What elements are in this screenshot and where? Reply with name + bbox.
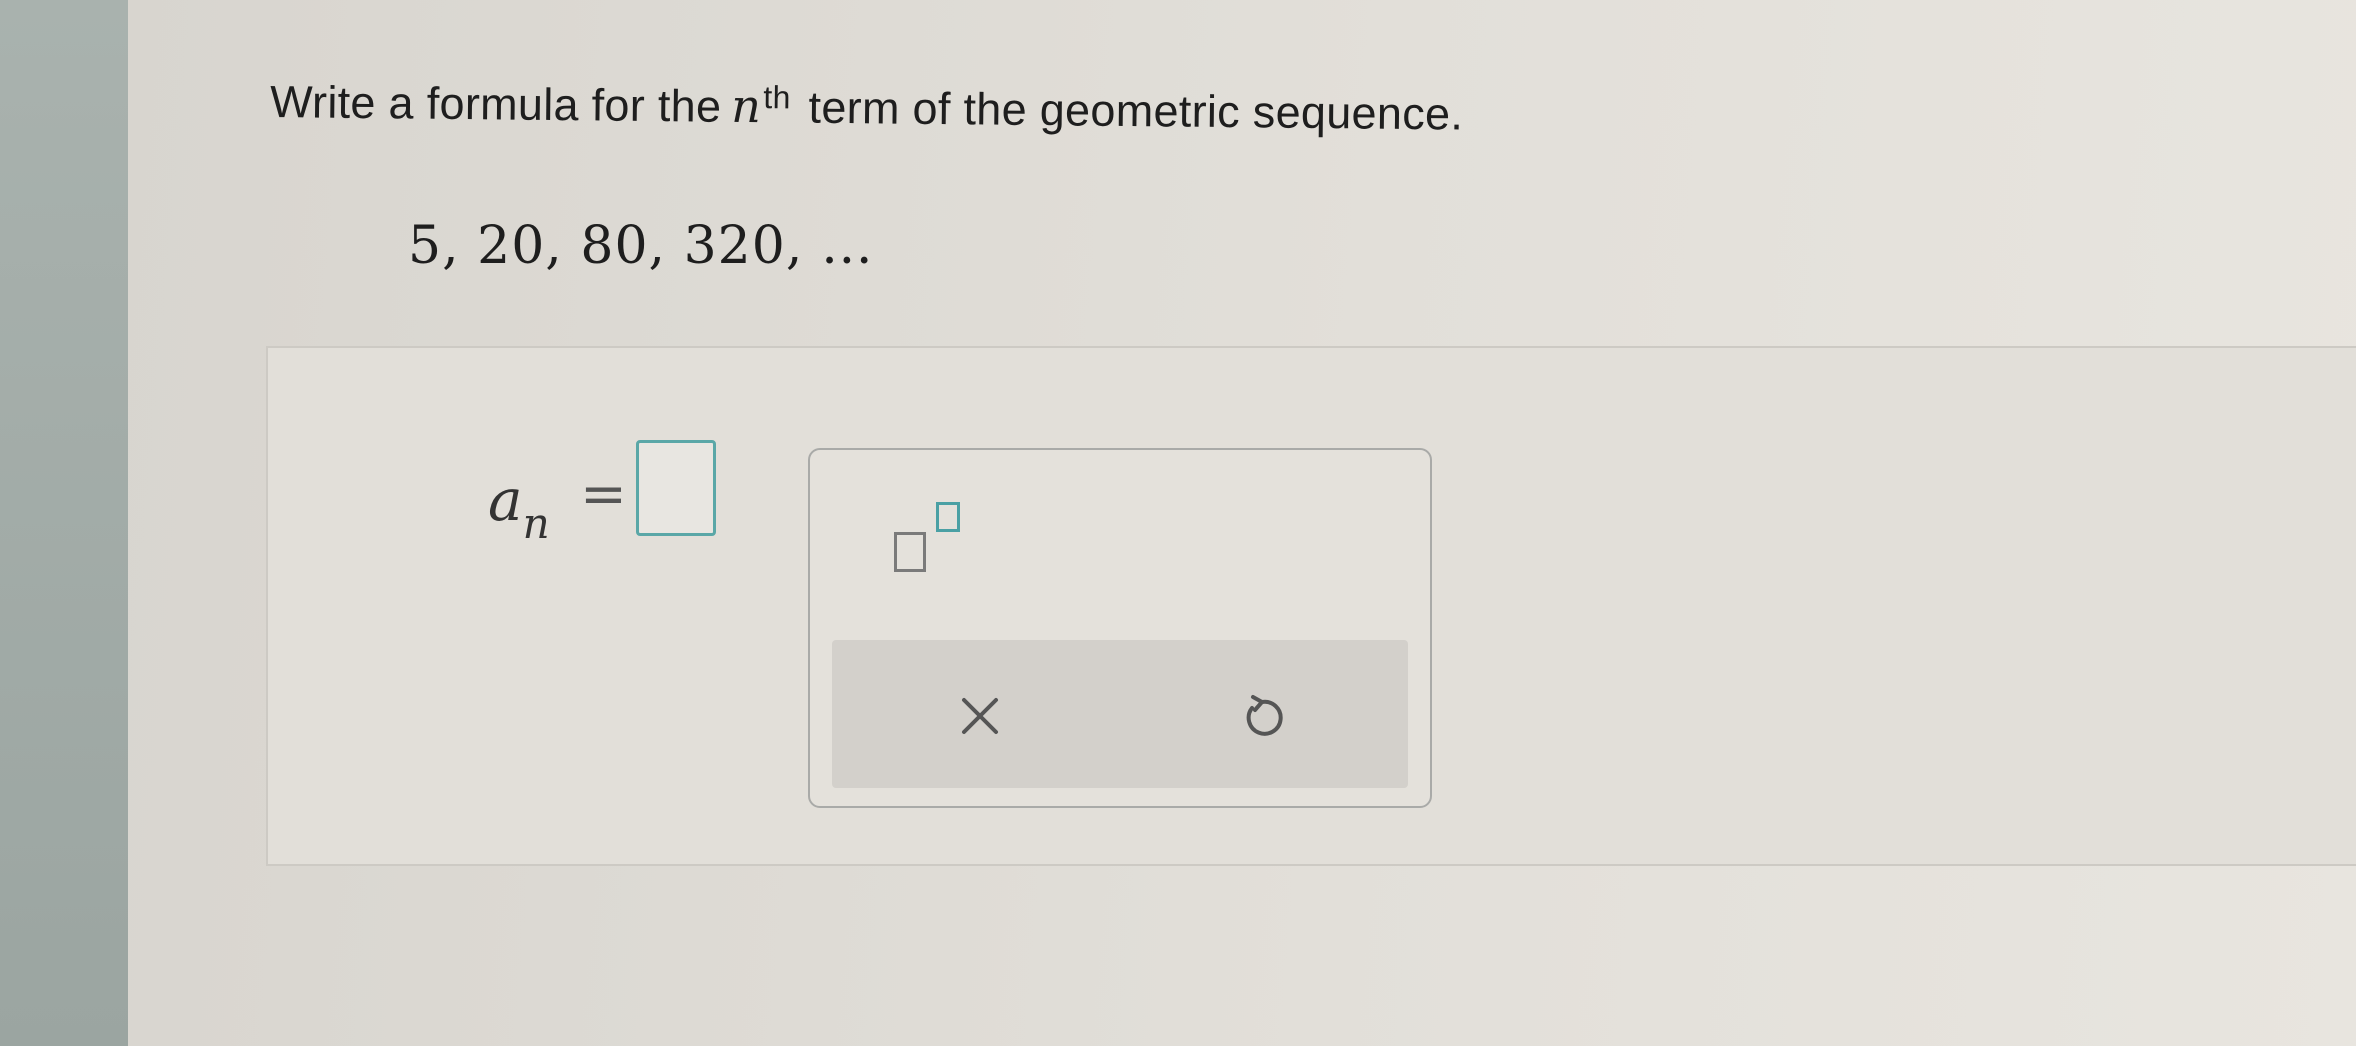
question-prefix: Write a formula for the: [269, 76, 722, 132]
exponent-template-button[interactable]: [884, 502, 984, 592]
palette-action-bar: [832, 640, 1408, 788]
answer-lhs-subscript: n: [522, 499, 550, 548]
left-margin-strip: [0, 0, 128, 1046]
sequence-terms: 5, 20, 80, 320, …: [408, 216, 874, 276]
clear-button[interactable]: [940, 676, 1020, 756]
math-palette: [808, 448, 1432, 808]
undo-icon: [1246, 695, 1283, 736]
close-icon: [962, 698, 998, 734]
answer-input[interactable]: [636, 440, 716, 536]
question-variable: n: [731, 78, 762, 134]
base-placeholder-box: [894, 532, 926, 572]
question-superscript: th: [763, 79, 791, 116]
answer-lhs: an: [488, 466, 550, 548]
question-prompt: Write a formula for the nth term of the ge…: [270, 74, 1464, 166]
undo-button[interactable]: [1222, 676, 1302, 756]
equals-sign: =: [580, 462, 627, 527]
question-suffix: term of the geometric sequence.: [808, 81, 1464, 140]
exponent-placeholder-box: [936, 502, 960, 532]
answer-lhs-base: a: [488, 466, 523, 534]
